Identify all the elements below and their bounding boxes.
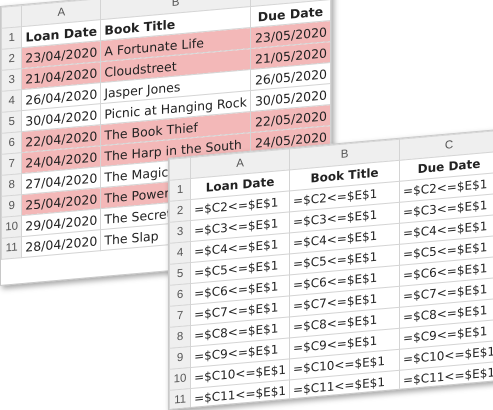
row-header[interactable]: 11 — [170, 389, 191, 410]
row-header[interactable]: 1 — [170, 179, 191, 202]
row-header[interactable]: 8 — [2, 174, 22, 197]
row-header[interactable]: 11 — [2, 237, 22, 260]
row-header[interactable]: 5 — [2, 111, 22, 134]
row-header[interactable]: 8 — [170, 326, 191, 349]
front-spreadsheet: A B C 1 Loan Date Book Title Due Date 2=… — [168, 129, 493, 410]
row-header[interactable]: 4 — [2, 90, 22, 113]
select-all-corner[interactable] — [170, 158, 191, 181]
row-header[interactable]: 9 — [170, 347, 191, 370]
row-header[interactable]: 10 — [2, 216, 22, 239]
row-header[interactable]: 3 — [2, 69, 22, 92]
row-header[interactable]: 4 — [170, 242, 191, 265]
row-header[interactable]: 5 — [170, 263, 191, 286]
row-header[interactable]: 10 — [170, 368, 191, 391]
select-all-corner[interactable] — [2, 6, 22, 29]
row-header[interactable]: 9 — [2, 195, 22, 218]
row-header[interactable]: 7 — [170, 305, 191, 328]
row-header[interactable]: 2 — [2, 48, 22, 71]
row-header[interactable]: 6 — [170, 284, 191, 307]
row-header[interactable]: 3 — [170, 221, 191, 244]
row-header[interactable]: 2 — [170, 200, 191, 223]
row-header[interactable]: 1 — [2, 27, 22, 50]
row-header[interactable]: 7 — [2, 153, 22, 176]
row-header[interactable]: 6 — [2, 132, 22, 155]
